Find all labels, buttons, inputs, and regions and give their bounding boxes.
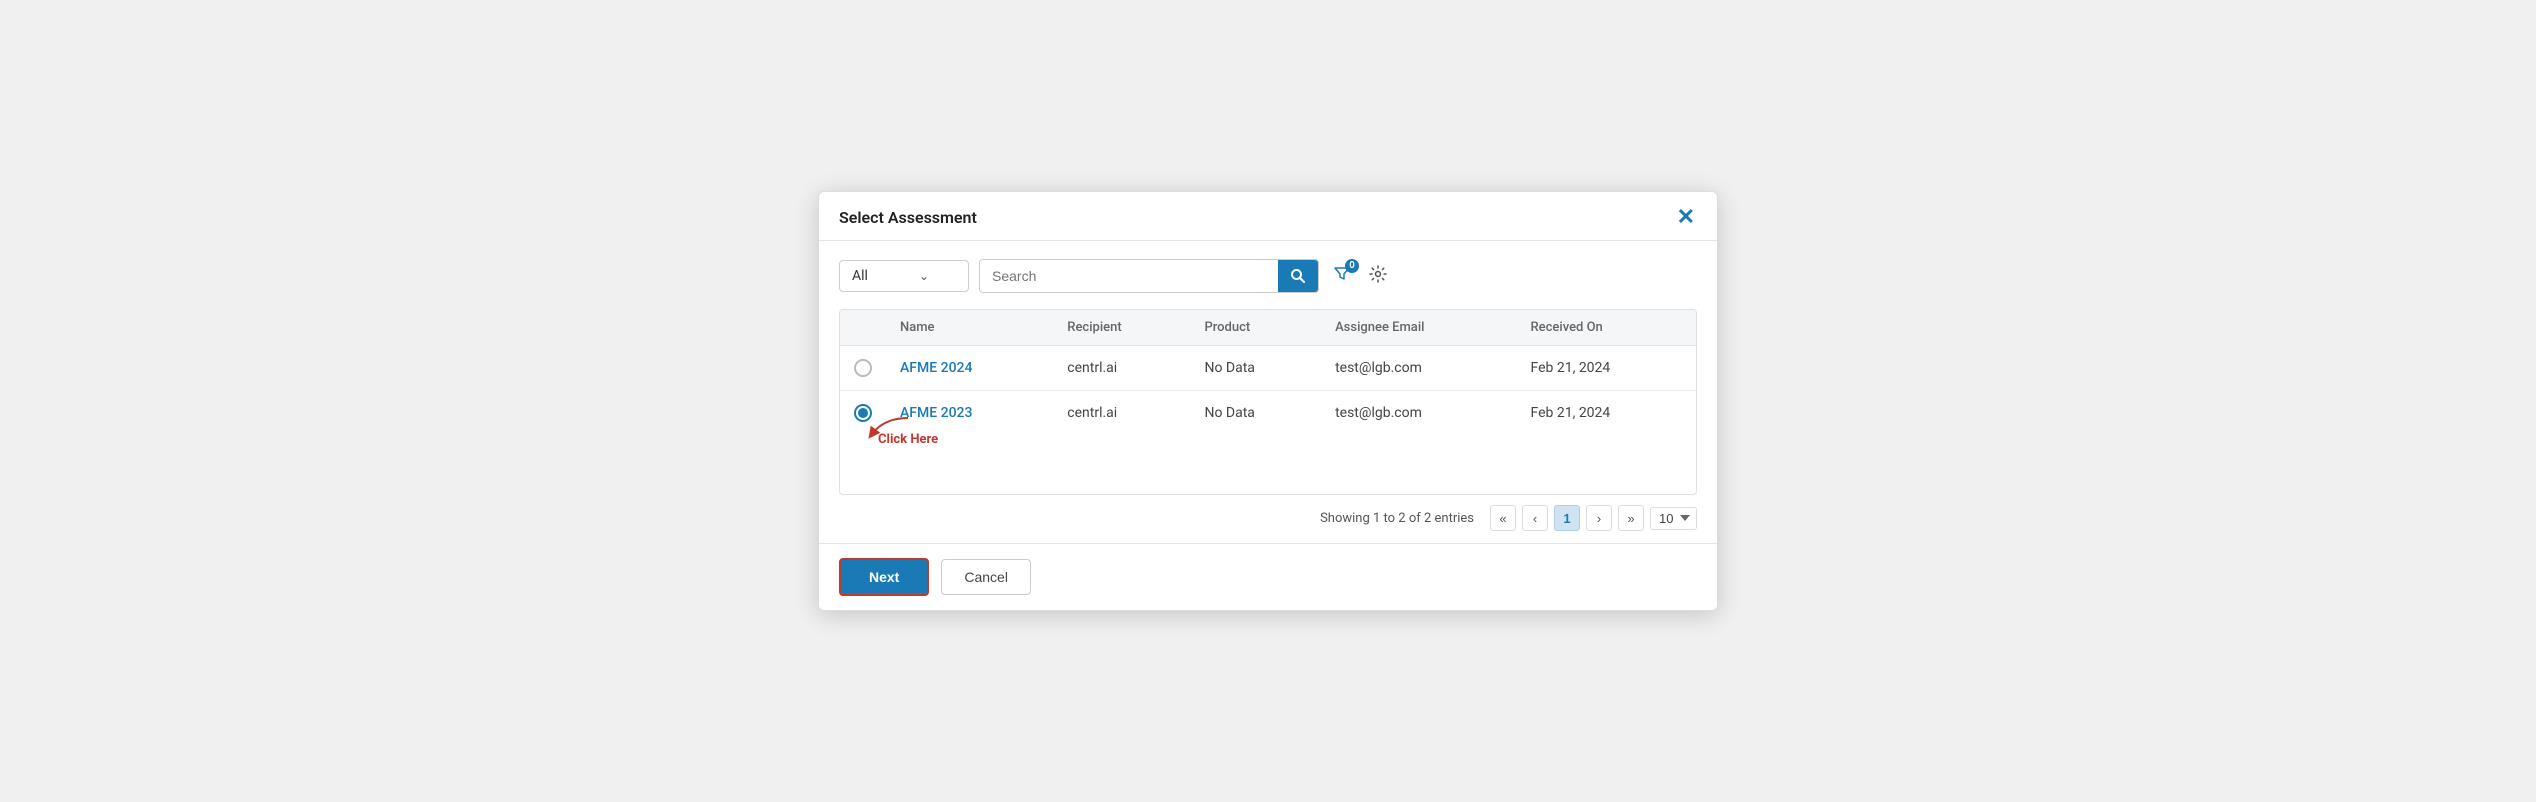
modal-header: Select Assessment ✕ bbox=[819, 192, 1717, 241]
col-select bbox=[840, 310, 886, 346]
toolbar: All ⌄ 0 bbox=[839, 259, 1697, 293]
row-assignee-email-cell: test@lgb.com bbox=[1321, 391, 1516, 436]
filter-button[interactable]: 0 bbox=[1329, 263, 1355, 290]
filter-badge: 0 bbox=[1345, 259, 1359, 273]
modal-body: All ⌄ 0 bbox=[819, 241, 1717, 543]
row-name-cell: AFME 2024 bbox=[886, 346, 1053, 391]
table-row[interactable]: AFME 2024 centrl.ai No Data test@lgb.com… bbox=[840, 346, 1696, 391]
per-page-select[interactable]: 10 25 50 bbox=[1650, 507, 1697, 530]
table-row[interactable]: Click Here AFME 2023 centrl.ai No Data t… bbox=[840, 391, 1696, 436]
row-assignee-email-cell: test@lgb.com bbox=[1321, 346, 1516, 391]
gear-icon bbox=[1369, 265, 1387, 283]
col-product: Product bbox=[1190, 310, 1321, 346]
search-input[interactable] bbox=[980, 260, 1278, 292]
row-radio-cell[interactable]: Click Here bbox=[840, 391, 886, 436]
row-product-cell: No Data bbox=[1190, 391, 1321, 436]
search-wrapper bbox=[979, 259, 1319, 293]
col-received-on: Received On bbox=[1517, 310, 1697, 346]
search-icon bbox=[1290, 268, 1306, 284]
next-page-button[interactable]: › bbox=[1586, 505, 1612, 531]
pagination-info: Showing 1 to 2 of 2 entries bbox=[1320, 511, 1474, 526]
row-received-on-cell: Feb 21, 2024 bbox=[1517, 346, 1697, 391]
current-page-button[interactable]: 1 bbox=[1554, 505, 1580, 531]
cancel-button[interactable]: Cancel bbox=[941, 559, 1031, 595]
modal-title: Select Assessment bbox=[839, 208, 977, 227]
assessment-name-link[interactable]: AFME 2024 bbox=[900, 360, 972, 376]
table-header-row: Name Recipient Product Assignee Email Re… bbox=[840, 310, 1696, 346]
assessment-name-link[interactable]: AFME 2023 bbox=[900, 405, 972, 421]
close-button[interactable]: ✕ bbox=[1675, 206, 1697, 228]
radio-button-selected[interactable] bbox=[854, 404, 872, 422]
filter-value: All bbox=[852, 268, 889, 284]
row-recipient-cell: centrl.ai bbox=[1053, 391, 1190, 436]
select-assessment-modal: Select Assessment ✕ All ⌄ bbox=[818, 191, 1718, 611]
prev-page-button[interactable]: ‹ bbox=[1522, 505, 1548, 531]
next-button[interactable]: Next bbox=[839, 558, 929, 596]
col-recipient: Recipient bbox=[1053, 310, 1190, 346]
filter-dropdown[interactable]: All ⌄ bbox=[839, 260, 969, 292]
row-name-cell: AFME 2023 bbox=[886, 391, 1053, 436]
col-assignee-email: Assignee Email bbox=[1321, 310, 1516, 346]
annotation-wrapper: Click Here bbox=[854, 404, 872, 422]
row-product-cell: No Data bbox=[1190, 346, 1321, 391]
chevron-down-icon: ⌄ bbox=[919, 269, 956, 283]
settings-button[interactable] bbox=[1365, 263, 1391, 290]
col-name: Name bbox=[886, 310, 1053, 346]
row-radio-cell[interactable] bbox=[840, 346, 886, 391]
pagination: Showing 1 to 2 of 2 entries « ‹ 1 › » 10… bbox=[839, 495, 1697, 533]
search-button[interactable] bbox=[1278, 260, 1318, 292]
last-page-button[interactable]: » bbox=[1618, 505, 1644, 531]
first-page-button[interactable]: « bbox=[1490, 505, 1516, 531]
radio-button[interactable] bbox=[854, 359, 872, 377]
row-recipient-cell: centrl.ai bbox=[1053, 346, 1190, 391]
modal-footer: Next Cancel bbox=[819, 543, 1717, 610]
assessment-table: Name Recipient Product Assignee Email Re… bbox=[839, 309, 1697, 495]
row-received-on-cell: Feb 21, 2024 bbox=[1517, 391, 1697, 436]
